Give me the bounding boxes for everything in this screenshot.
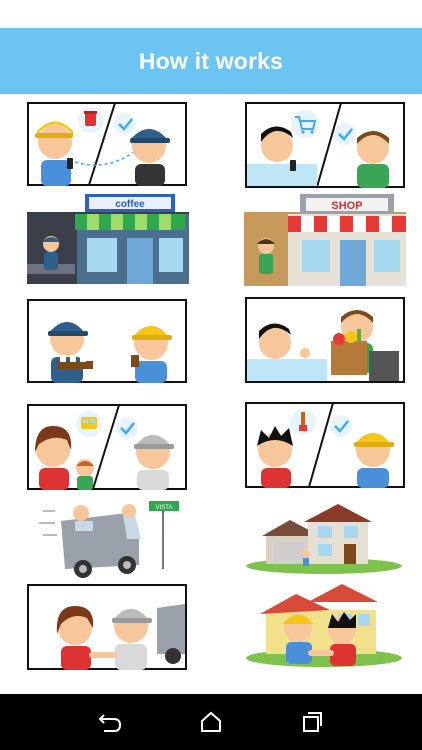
check-icon [330, 415, 352, 437]
check-icon [334, 123, 356, 145]
step-men-shake-hands [246, 584, 402, 670]
home-icon [200, 711, 221, 732]
coffee-sign: coffee [115, 199, 145, 210]
recents-icon [302, 712, 322, 732]
status-bar [0, 0, 422, 28]
step-coffee-shop: coffee [27, 194, 189, 284]
home-button[interactable] [191, 702, 231, 742]
step-delivery-van: VISTA [35, 499, 185, 579]
step-requests-paint-brush [245, 402, 405, 488]
step-patient-requests-shopping [245, 102, 405, 188]
shopping-cart-icon [291, 110, 319, 138]
check-icon [116, 417, 138, 439]
system-nav-bar [0, 694, 422, 750]
step-woman-shakes-hands [27, 584, 187, 670]
back-button[interactable] [90, 702, 130, 742]
page-title: How it works [138, 47, 284, 74]
bus-icon [76, 411, 102, 437]
recents-button[interactable] [292, 702, 332, 742]
app-header: How it works [0, 28, 422, 94]
step-courier-delivers-coffee [27, 299, 187, 383]
shop-sign: SHOP [331, 200, 362, 212]
step-courier-delivers-groceries [245, 297, 405, 383]
street-sign: VISTA [156, 505, 173, 511]
step-house [246, 504, 402, 574]
step-grocery-shop: SHOP [244, 194, 406, 286]
check-icon [114, 113, 136, 135]
back-icon [98, 714, 122, 732]
coffee-cup-icon [78, 107, 104, 133]
paint-brush-icon [290, 409, 316, 435]
steps-grid: coffee SHOP VISTA [0, 94, 422, 694]
step-customer-requests-coffee [27, 102, 187, 186]
step-parent-requests-bus [27, 404, 187, 490]
